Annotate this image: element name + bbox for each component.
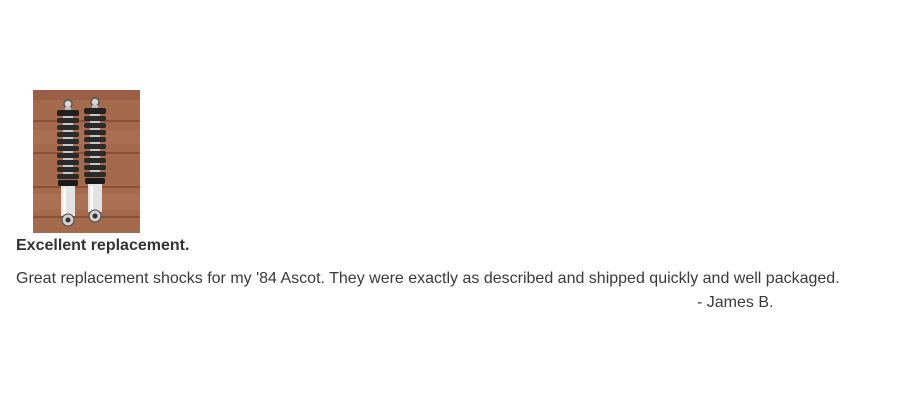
- review-author: - James B.: [697, 294, 774, 311]
- review-title: Excellent replacement.: [16, 237, 190, 254]
- review-body: Great replacement shocks for my '84 Asco…: [16, 270, 840, 287]
- review-card: Excellent replacement. Great replacement…: [16, 90, 896, 313]
- review-photo[interactable]: [33, 90, 140, 233]
